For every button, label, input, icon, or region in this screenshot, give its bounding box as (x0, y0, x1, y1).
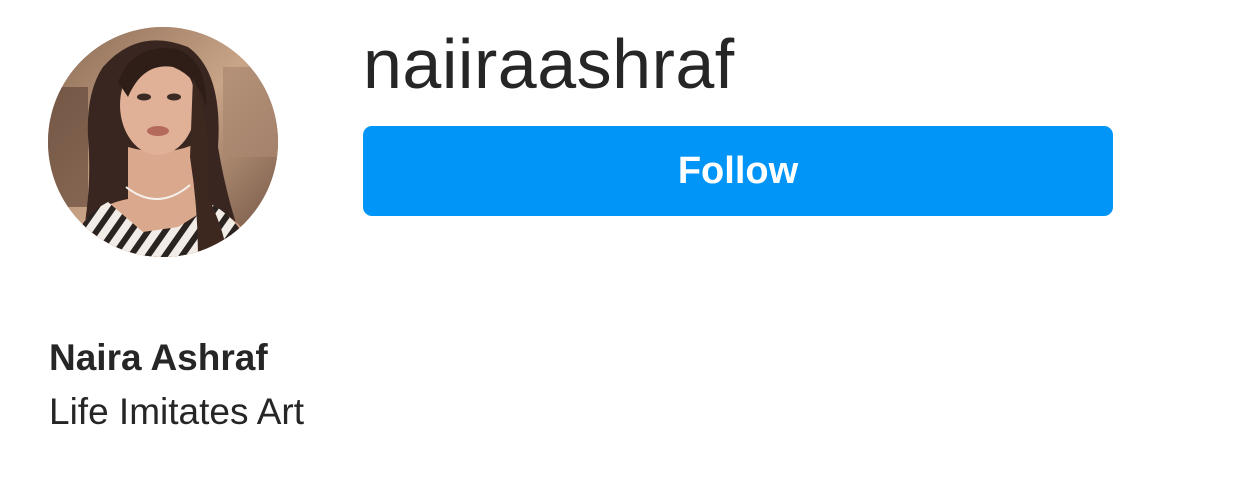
follow-button[interactable]: Follow (363, 126, 1113, 216)
bio: Life Imitates Art (49, 391, 304, 432)
username: naiiraashraf (363, 25, 735, 103)
avatar[interactable] (48, 27, 278, 257)
profile-photo-icon (48, 27, 278, 257)
display-name: Naira Ashraf (49, 337, 268, 378)
